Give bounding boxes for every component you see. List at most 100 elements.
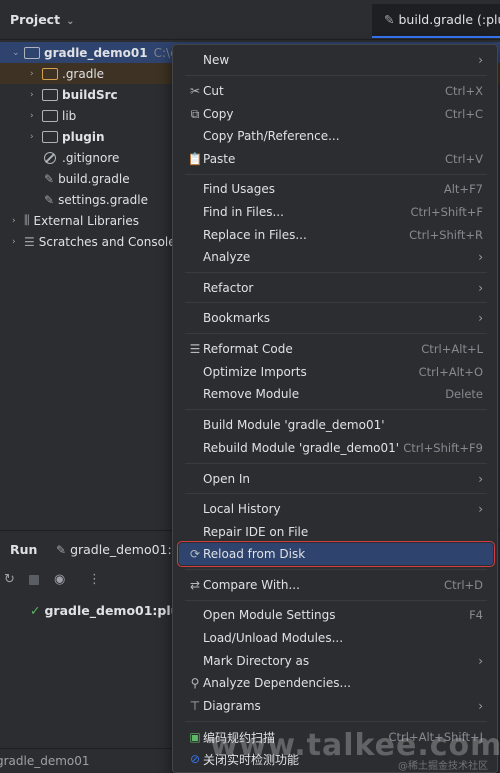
- menu-item-label: Mark Directory as: [203, 654, 310, 668]
- menu-item-label: Open Module Settings: [203, 608, 336, 622]
- menu-item-new[interactable]: New ›: [179, 49, 493, 71]
- tree-item-label: plugin: [62, 129, 105, 144]
- menu-item-label: Analyze Dependencies...: [203, 676, 351, 690]
- menu-separator: [185, 721, 487, 722]
- menu-item-label: Rebuild Module 'gradle_demo01': [203, 441, 400, 455]
- menu-item-optimize-imports[interactable]: Optimize Imports Ctrl+Alt+O: [179, 361, 493, 383]
- menu-item-label: Find in Files...: [203, 205, 284, 219]
- gradle-icon: ✎: [44, 171, 55, 186]
- menu-item-label: Repair IDE on File: [203, 525, 309, 539]
- chevron-right-icon: ›: [478, 699, 483, 713]
- chevron-right-icon: ›: [478, 311, 483, 325]
- menu-item-label: Cut: [203, 84, 224, 98]
- editor-tab[interactable]: ✎build.gradle (:plugin): [372, 4, 500, 38]
- menu-item-shortcut: Ctrl+V: [445, 152, 483, 166]
- menu-item-copy-path[interactable]: Copy Path/Reference...: [179, 125, 493, 147]
- menu-separator: [185, 600, 487, 601]
- menu-separator: [185, 493, 487, 494]
- menu-item-shortcut: Delete: [445, 387, 483, 401]
- chevron-right-icon: ›: [478, 654, 483, 668]
- folder-icon: [42, 109, 58, 122]
- menu-item-label: Refactor: [203, 281, 254, 295]
- menu-item-reload-from-disk[interactable]: ⟳ Reload from Disk: [177, 541, 495, 567]
- tree-item-label: External Libraries: [33, 213, 139, 228]
- menu-item-shortcut: Alt+F7: [443, 182, 483, 196]
- project-view-selector[interactable]: Project ⌄: [10, 12, 74, 27]
- menu-item-open-in[interactable]: Open In ›: [179, 468, 493, 490]
- chevron-down-icon: ⌄: [66, 16, 75, 27]
- folder-icon: [42, 67, 58, 80]
- menu-item-shortcut: Ctrl+Shift+R: [409, 228, 483, 242]
- menu-item-repair-ide[interactable]: Repair IDE on File: [179, 521, 493, 543]
- menu-item-diagrams[interactable]: ⊤ Diagrams ›: [179, 695, 493, 717]
- watermark-sub: @稀土掘金技术社区: [398, 761, 488, 772]
- menu-item-shortcut: Ctrl+Shift+F: [410, 205, 484, 219]
- status-breadcrumb[interactable]: gradle_demo01: [0, 754, 90, 768]
- stop-icon[interactable]: [29, 575, 39, 585]
- paste-icon: 📋: [187, 152, 203, 166]
- menu-item-find-in-files[interactable]: Find in Files... Ctrl+Shift+F: [179, 201, 493, 223]
- analyze-deps-icon: ⚲: [190, 676, 200, 690]
- menu-item-build-module[interactable]: Build Module 'gradle_demo01': [179, 414, 493, 436]
- project-panel-header: Project ⌄ ✎build.gradle (:plugin): [0, 0, 500, 40]
- menu-item-label: Copy Path/Reference...: [203, 129, 340, 143]
- module-folder-icon: [24, 46, 40, 59]
- context-menu: New › ✂ Cut Ctrl+X ⧉ Copy Ctrl+C Copy Path/Re…: [172, 44, 498, 773]
- menu-item-label: Build Module 'gradle_demo01': [203, 418, 385, 432]
- gradle-icon: ✎: [44, 192, 55, 207]
- chevron-right-icon: ›: [30, 68, 34, 79]
- menu-item-analyze-dependencies[interactable]: ⚲ Analyze Dependencies...: [179, 672, 493, 694]
- chevron-right-icon: ›: [30, 131, 34, 142]
- menu-item-paste[interactable]: 📋 Paste Ctrl+V: [179, 148, 493, 170]
- menu-item-label: Replace in Files...: [203, 228, 307, 242]
- menu-item-analyze[interactable]: Analyze ›: [179, 246, 493, 268]
- module-folder-icon: [42, 88, 58, 101]
- menu-item-bookmarks[interactable]: Bookmarks ›: [179, 307, 493, 329]
- menu-item-shortcut: Ctrl+Shift+F9: [403, 441, 483, 455]
- menu-item-compare-with[interactable]: ⇄ Compare With... Ctrl+D: [179, 574, 493, 596]
- menu-item-shortcut: Ctrl+Alt+O: [418, 365, 483, 379]
- menu-separator: [185, 333, 487, 334]
- menu-separator: [185, 174, 487, 175]
- menu-item-label: Paste: [203, 152, 236, 166]
- menu-item-shortcut: Ctrl+C: [444, 107, 483, 121]
- menu-item-copy[interactable]: ⧉ Copy Ctrl+C: [179, 103, 493, 125]
- menu-item-refactor[interactable]: Refactor ›: [179, 277, 493, 299]
- cut-icon: ✂: [189, 84, 201, 98]
- menu-item-label: Diagrams: [203, 699, 261, 713]
- menu-item-local-history[interactable]: Local History ›: [179, 498, 493, 520]
- menu-item-mark-directory-as[interactable]: Mark Directory as ›: [179, 650, 493, 672]
- menu-item-rebuild-module[interactable]: Rebuild Module 'gradle_demo01' Ctrl+Shift…: [179, 437, 493, 459]
- chevron-right-icon: ›: [12, 215, 16, 226]
- tree-item-label: lib: [62, 108, 77, 123]
- diagrams-icon: ⊤: [189, 699, 201, 713]
- menu-item-load-unload-modules[interactable]: Load/Unload Modules...: [179, 627, 493, 649]
- chevron-right-icon: ›: [478, 502, 483, 516]
- copy-icon: ⧉: [190, 106, 200, 121]
- compare-icon: ⇄: [189, 578, 201, 592]
- tree-item-label: gradle_demo01: [44, 45, 148, 60]
- menu-separator: [185, 75, 487, 76]
- menu-item-find-usages[interactable]: Find Usages Alt+F7: [179, 178, 493, 200]
- menu-separator: [185, 409, 487, 410]
- menu-item-cut[interactable]: ✂ Cut Ctrl+X: [179, 80, 493, 102]
- ignore-file-icon: [44, 151, 56, 164]
- rerun-icon[interactable]: ↻: [4, 572, 15, 587]
- menu-item-replace-in-files[interactable]: Replace in Files... Ctrl+Shift+R: [179, 224, 493, 246]
- more-options-icon[interactable]: ⋮: [88, 572, 101, 587]
- eye-icon[interactable]: ◉: [54, 572, 65, 587]
- scratch-icon: ☰: [24, 234, 35, 249]
- menu-separator: [185, 272, 487, 273]
- menu-item-open-module-settings[interactable]: Open Module Settings F4: [179, 604, 493, 626]
- tree-item-label: settings.gradle: [58, 192, 148, 207]
- chevron-right-icon: ›: [478, 281, 483, 295]
- menu-item-remove-module[interactable]: Remove Module Delete: [179, 383, 493, 405]
- menu-item-label: Remove Module: [203, 387, 300, 401]
- menu-item-label: Bookmarks: [203, 311, 271, 325]
- run-panel-title: Run: [10, 542, 38, 557]
- editor-tab-label: build.gradle (:plugin): [398, 12, 500, 27]
- menu-item-reformat-code[interactable]: ☰ Reformat Code Ctrl+Alt+L: [179, 338, 493, 360]
- tree-item-label: .gitignore: [62, 150, 120, 165]
- gradle-icon: ✎: [384, 12, 395, 27]
- menu-item-label: New: [203, 53, 230, 67]
